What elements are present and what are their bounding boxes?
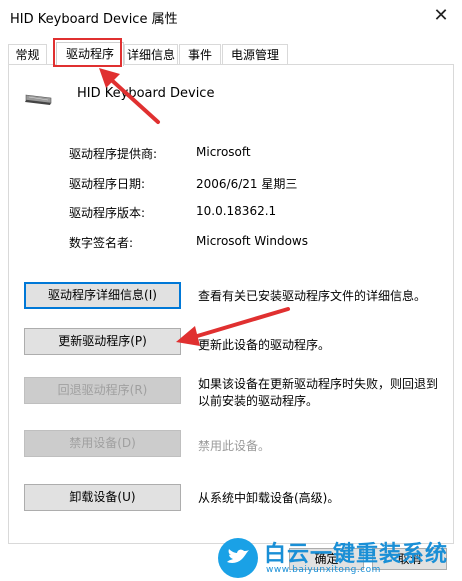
tab-power-management[interactable]: 电源管理: [222, 44, 288, 64]
driver-date-value: 2006/6/21 星期三: [196, 177, 298, 191]
tab-general[interactable]: 常规: [8, 44, 47, 64]
update-driver-button[interactable]: 更新驱动程序(P): [24, 328, 181, 355]
bird-logo-icon: [218, 538, 258, 578]
rollback-driver-button[interactable]: 回退驱动程序(R): [24, 377, 181, 404]
driver-details-button[interactable]: 驱动程序详细信息(I): [24, 282, 181, 309]
digital-signer-label: 数字签名者:: [69, 236, 134, 250]
uninstall-device-button[interactable]: 卸载设备(U): [24, 484, 181, 511]
device-name: HID Keyboard Device: [77, 86, 215, 101]
uninstall-device-desc: 从系统中卸载设备(高级)。: [198, 491, 340, 505]
update-driver-desc: 更新此设备的驱动程序。: [198, 338, 331, 352]
disable-device-desc: 禁用此设备。: [198, 439, 271, 453]
watermark: 白云一键重装系统 www.baiyunxitong.com: [218, 534, 462, 580]
digital-signer-value: Microsoft Windows: [196, 234, 308, 248]
watermark-url: www.baiyunxitong.com: [266, 565, 381, 575]
driver-provider-label: 驱动程序提供商:: [69, 147, 158, 161]
window-title: HID Keyboard Device 属性: [10, 12, 178, 27]
tab-details[interactable]: 详细信息: [124, 44, 178, 64]
driver-provider-value: Microsoft: [196, 145, 251, 159]
rollback-driver-desc: 如果该设备在更新驱动程序时失败，则回退到以前安装的驱动程序。: [198, 377, 439, 408]
driver-version-value: 10.0.18362.1: [196, 204, 277, 218]
driver-date-label: 驱动程序日期:: [69, 177, 146, 191]
keyboard-icon: [25, 94, 52, 105]
driver-details-desc: 查看有关已安装驱动程序文件的详细信息。: [198, 289, 427, 303]
driver-version-label: 驱动程序版本:: [69, 206, 146, 220]
driver-tab-highlight: [53, 38, 122, 67]
close-icon[interactable]: ✕: [428, 4, 454, 28]
tab-events[interactable]: 事件: [179, 44, 221, 64]
disable-device-button[interactable]: 禁用设备(D): [24, 430, 181, 457]
watermark-title: 白云一键重装系统: [264, 542, 449, 567]
title-bar: HID Keyboard Device 属性 ✕: [0, 0, 462, 34]
